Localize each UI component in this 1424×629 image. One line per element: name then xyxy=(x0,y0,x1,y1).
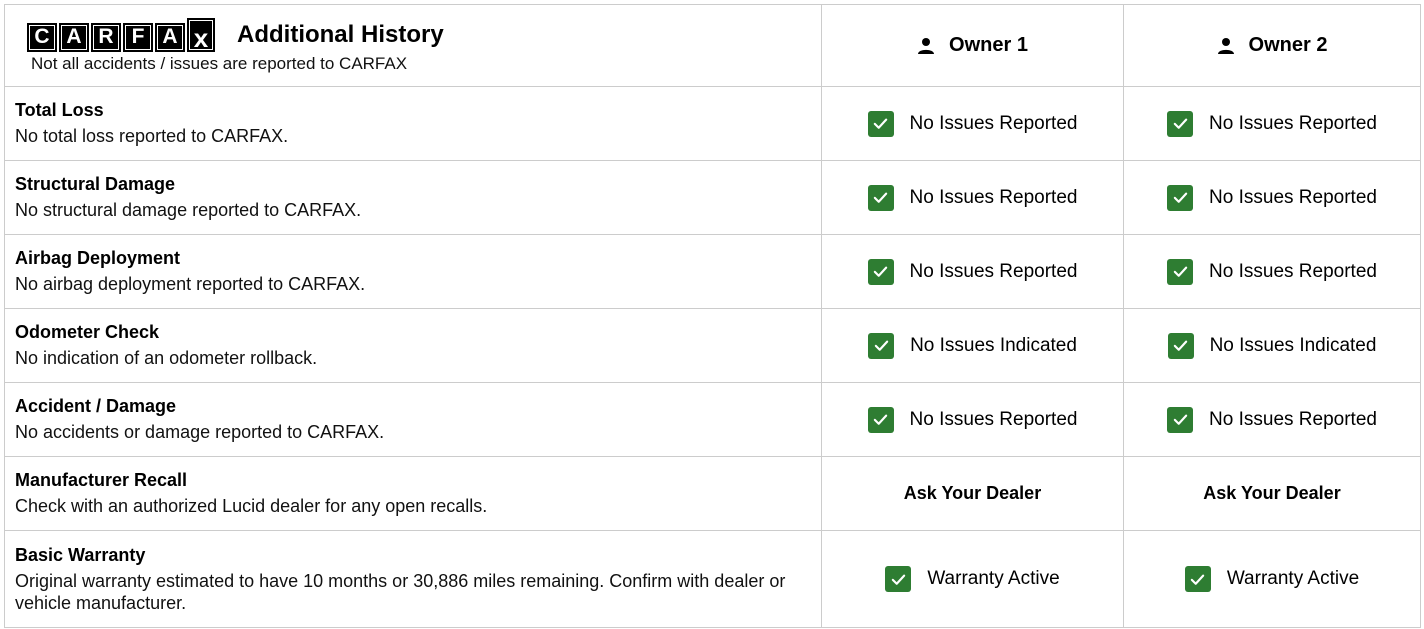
section-title: Additional History xyxy=(237,20,444,48)
status: Warranty Active xyxy=(885,566,1060,592)
check-icon xyxy=(885,566,912,592)
check-icon xyxy=(1167,332,1194,359)
row-title: Total Loss xyxy=(15,100,104,120)
status-text: No Issues Reported xyxy=(1209,112,1377,134)
status-text: No Issues Reported xyxy=(909,408,1078,430)
status-text: No Issues Reported xyxy=(1209,408,1377,430)
row-description: Check with an authorized Lucid dealer fo… xyxy=(15,496,488,516)
status: No Issues Indicated xyxy=(1167,332,1377,359)
row-description: No structural damage reported to CARFAX. xyxy=(15,200,362,220)
status: No Issues Reported xyxy=(867,184,1078,211)
table-row-label: Manufacturer Recall Check with an authori… xyxy=(5,457,821,531)
row-description: No airbag deployment reported to CARFAX. xyxy=(15,274,366,294)
status: No Issues Indicated xyxy=(868,332,1077,359)
owner-1-header: Owner 1 xyxy=(821,5,1123,87)
check-icon xyxy=(868,332,895,359)
table-row-label: Odometer Check No indication of an odomet… xyxy=(5,309,821,383)
status: No Issues Reported xyxy=(867,406,1078,433)
owner-2-status-cell: Warranty Active xyxy=(1123,531,1420,627)
table-header: C A R F A x Additional History Not all a… xyxy=(5,5,821,87)
additional-history-table: C A R F A x Additional History Not all a… xyxy=(4,4,1421,628)
status: No Issues Reported xyxy=(1167,406,1377,433)
status: Warranty Active xyxy=(1184,566,1360,592)
status-text: No Issues Reported xyxy=(1209,260,1377,282)
status: No Issues Reported xyxy=(1167,110,1377,137)
table-row-label: Basic Warranty Original warranty estimate… xyxy=(5,531,821,627)
owner-2-status-cell: No Issues Reported xyxy=(1123,87,1420,161)
status-text: Ask Your Dealer xyxy=(903,483,1042,503)
owner-1-status-cell: Warranty Active xyxy=(821,531,1123,627)
owner-label: Owner 1 xyxy=(949,34,1028,56)
check-icon xyxy=(1167,406,1194,433)
owner-2-status-cell: No Issues Reported xyxy=(1123,383,1420,457)
check-icon xyxy=(867,406,894,433)
owner-1-status-cell: No Issues Reported xyxy=(821,87,1123,161)
owner-2-status-cell: No Issues Reported xyxy=(1123,161,1420,235)
check-icon xyxy=(867,110,894,137)
status-text: Warranty Active xyxy=(927,568,1060,589)
row-title: Manufacturer Recall xyxy=(15,470,188,490)
owner-2-status-cell: No Issues Reported xyxy=(1123,235,1420,309)
row-description: No total loss reported to CARFAX. xyxy=(15,126,289,146)
check-icon xyxy=(1167,258,1194,285)
status-text: No Issues Reported xyxy=(909,186,1078,208)
row-description: Original warranty estimated to have 10 m… xyxy=(15,570,786,613)
owner-2-header: Owner 2 xyxy=(1123,5,1420,87)
check-icon xyxy=(867,184,894,211)
status-text: No Issues Reported xyxy=(1209,186,1377,208)
owner-2-status-cell: Ask Your Dealer xyxy=(1123,457,1420,531)
status-text: No Issues Reported xyxy=(909,112,1078,134)
section-subtitle: Not all accidents / issues are reported … xyxy=(31,53,408,73)
owner-2-status-cell: No Issues Indicated xyxy=(1123,309,1420,383)
owner-label: Owner 2 xyxy=(1248,34,1328,56)
table-row-label: Airbag Deployment No airbag deployment re… xyxy=(5,235,821,309)
owner-1-status-cell: No Issues Reported xyxy=(821,383,1123,457)
owner-1-status-cell: Ask Your Dealer xyxy=(821,457,1123,531)
row-description: No indication of an odometer rollback. xyxy=(15,348,318,368)
person-icon xyxy=(1217,37,1234,54)
status: No Issues Reported xyxy=(1167,258,1377,285)
row-title: Accident / Damage xyxy=(15,396,177,416)
status: No Issues Reported xyxy=(1167,184,1377,211)
table-row-label: Structural Damage No structural damage re… xyxy=(5,161,821,235)
check-icon xyxy=(867,258,894,285)
status-text: Warranty Active xyxy=(1226,568,1360,589)
status-text: No Issues Indicated xyxy=(1209,334,1377,356)
owner-1-status-cell: No Issues Indicated xyxy=(821,309,1123,383)
table-row-label: Accident / Damage No accidents or damage … xyxy=(5,383,821,457)
owner-1-status-cell: No Issues Reported xyxy=(821,235,1123,309)
row-title: Basic Warranty xyxy=(15,544,146,565)
check-icon xyxy=(1167,184,1194,211)
status-text: Ask Your Dealer xyxy=(1203,483,1341,503)
check-icon xyxy=(1167,110,1194,137)
row-title: Airbag Deployment xyxy=(15,248,181,268)
status: No Issues Reported xyxy=(867,110,1078,137)
table-row-label: Total Loss No total loss reported to CARF… xyxy=(5,87,821,161)
row-title: Structural Damage xyxy=(15,174,176,194)
row-title: Odometer Check xyxy=(15,322,160,342)
person-icon xyxy=(918,37,935,54)
row-description: No accidents or damage reported to CARFA… xyxy=(15,422,385,442)
status-text: No Issues Reported xyxy=(909,260,1078,282)
carfax-logo: C A R F A x xyxy=(27,17,215,52)
owner-1-status-cell: No Issues Reported xyxy=(821,161,1123,235)
status: No Issues Reported xyxy=(867,258,1078,285)
status-text: No Issues Indicated xyxy=(910,334,1077,356)
check-icon xyxy=(1184,566,1211,592)
